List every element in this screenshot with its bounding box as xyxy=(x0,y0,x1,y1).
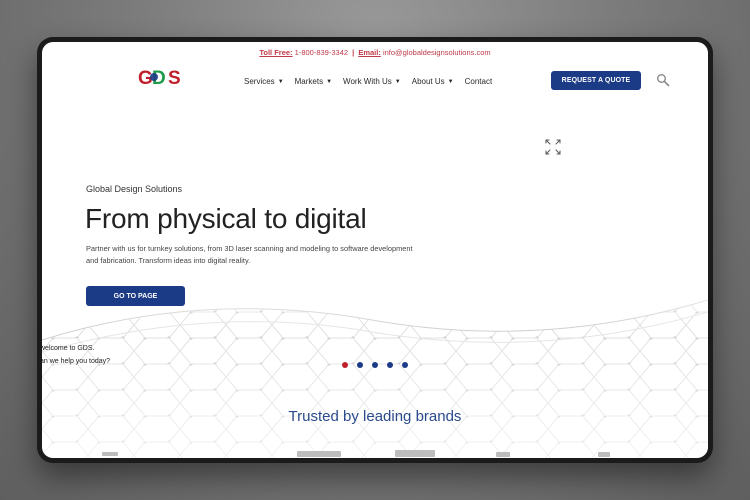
nav-label: Services xyxy=(244,77,275,86)
brand-logos-strip xyxy=(102,450,610,457)
nav-label: Markets xyxy=(294,77,324,86)
go-to-page-button[interactable]: GO TO PAGE xyxy=(86,286,185,306)
contact-bar: Toll Free: 1-800-839-3342 | Email: info@… xyxy=(42,48,708,57)
search-icon[interactable] xyxy=(656,73,670,87)
request-quote-button[interactable]: REQUEST A QUOTE xyxy=(551,71,641,90)
toll-free-label: Toll Free: xyxy=(259,48,293,57)
email-label: Email: xyxy=(358,48,381,57)
expand-icon[interactable] xyxy=(545,139,561,155)
chat-line: welcome to GDS. xyxy=(42,345,95,352)
chat-widget-greeting[interactable]: welcome to GDS. an we help you today? xyxy=(42,342,110,368)
slide-dot-active[interactable] xyxy=(342,362,348,368)
nav-item-contact[interactable]: Contact xyxy=(465,77,493,86)
browser-viewport: Toll Free: 1-800-839-3342 | Email: info@… xyxy=(42,42,708,458)
slider-pagination xyxy=(342,362,408,368)
hero-headline: From physical to digital xyxy=(85,203,367,234)
slide-dot[interactable] xyxy=(402,362,408,368)
nav-item-about-us[interactable]: About Us ▼ xyxy=(412,77,454,86)
slide-dot[interactable] xyxy=(357,362,363,368)
hero-description: Partner with us for turnkey solutions, f… xyxy=(86,244,413,265)
contact-separator: | xyxy=(352,48,355,57)
nav-label: About Us xyxy=(411,77,445,86)
nav-label: Contact xyxy=(464,77,493,86)
trusted-brands-heading: Trusted by leading brands xyxy=(288,408,462,425)
chat-line: an we help you today? xyxy=(42,358,111,365)
nav-item-services[interactable]: Services ▼ xyxy=(244,77,284,86)
main-nav: Services ▼ Markets ▼ Work With Us ▼ Abou… xyxy=(244,77,492,86)
svg-text:S: S xyxy=(168,68,181,87)
chevron-down-icon: ▼ xyxy=(394,78,401,85)
nav-item-markets[interactable]: Markets ▼ xyxy=(295,77,332,86)
chevron-down-icon: ▼ xyxy=(326,78,333,85)
chevron-down-icon: ▼ xyxy=(447,78,454,85)
gds-logo[interactable]: G D S xyxy=(138,67,186,87)
slide-dot[interactable] xyxy=(372,362,378,368)
toll-free-number[interactable]: 1-800-839-3342 xyxy=(295,48,348,57)
hero-eyebrow: Global Design Solutions xyxy=(86,184,183,194)
chevron-down-icon: ▼ xyxy=(277,78,284,85)
nav-item-work-with-us[interactable]: Work With Us ▼ xyxy=(343,77,401,86)
slide-dot[interactable] xyxy=(387,362,393,368)
email-address[interactable]: info@globaldesignsolutions.com xyxy=(383,48,491,57)
nav-label: Work With Us xyxy=(343,77,392,86)
